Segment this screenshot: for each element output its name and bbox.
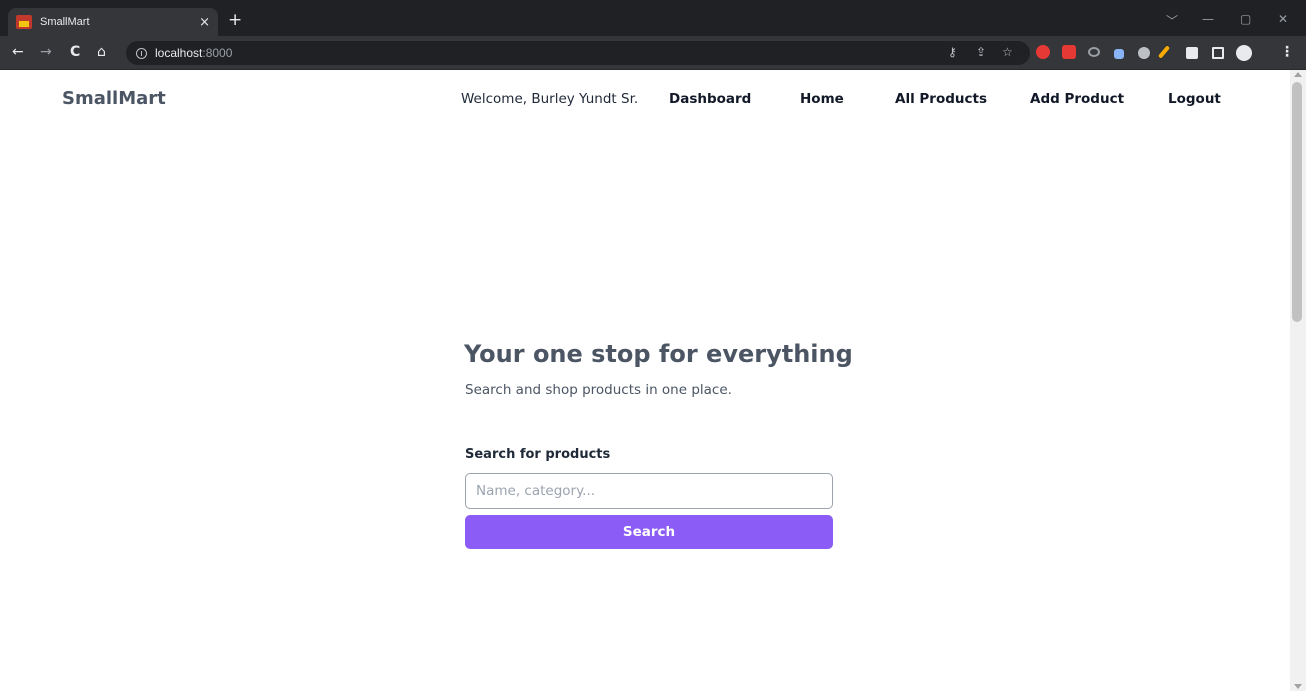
hero-subtitle: Search and shop products in one place.: [465, 382, 732, 398]
welcome-text: Welcome, Burley Yundt Sr.: [461, 91, 639, 107]
address-bar[interactable]: localhost:8000 ⚷ ⇪ ☆: [126, 41, 1030, 65]
reload-icon[interactable]: C: [70, 44, 80, 60]
star-icon[interactable]: ☆: [1002, 45, 1013, 59]
tab-close-icon[interactable]: ×: [199, 15, 210, 30]
nav-all-products[interactable]: All Products: [895, 91, 987, 107]
brand-logo[interactable]: SmallMart: [62, 88, 166, 109]
browser-tab[interactable]: SmallMart ×: [8, 8, 218, 36]
maximize-icon[interactable]: ▢: [1240, 12, 1251, 26]
adblock-icon[interactable]: [1036, 45, 1050, 59]
profile-icon[interactable]: [1236, 45, 1252, 61]
minimize-icon[interactable]: —: [1202, 12, 1214, 26]
tab-title: SmallMart: [40, 16, 90, 28]
sidepanel-icon[interactable]: [1212, 47, 1224, 59]
extension-s-icon[interactable]: [1062, 45, 1076, 59]
glasses-icon[interactable]: [1088, 47, 1100, 57]
pen-icon[interactable]: [1114, 49, 1124, 59]
share-icon[interactable]: ⇪: [976, 45, 986, 59]
browser-toolbar: ← → C ⌂ localhost:8000 ⚷ ⇪ ☆ ⋮: [0, 36, 1306, 70]
new-tab-icon[interactable]: +: [228, 12, 242, 29]
hero-title: Your one stop for everything: [464, 340, 853, 368]
url-host: localhost: [155, 46, 203, 60]
nav-dashboard[interactable]: Dashboard: [669, 91, 751, 107]
scroll-down-arrow-icon[interactable]: [1294, 684, 1302, 689]
key-icon[interactable]: ⚷: [948, 45, 957, 59]
page-content: SmallMart Welcome, Burley Yundt Sr. Dash…: [0, 70, 1290, 691]
puzzle-icon[interactable]: [1186, 47, 1198, 59]
browser-tab-bar: SmallMart × + ﹀ — ▢ ✕: [0, 0, 1306, 36]
pencil-icon[interactable]: [1157, 45, 1171, 59]
search-label: Search for products: [465, 447, 611, 462]
close-window-icon[interactable]: ✕: [1278, 12, 1288, 26]
back-icon[interactable]: ←: [12, 44, 24, 60]
search-button[interactable]: Search: [465, 515, 833, 549]
scroll-up-arrow-icon[interactable]: [1294, 72, 1302, 77]
nav-logout[interactable]: Logout: [1168, 91, 1221, 107]
home-icon[interactable]: ⌂: [97, 44, 106, 60]
nav-home[interactable]: Home: [800, 91, 844, 107]
search-input[interactable]: [465, 473, 833, 509]
site-info-icon[interactable]: [136, 47, 147, 59]
menu-icon[interactable]: ⋮: [1280, 44, 1294, 60]
url-port: :8000: [202, 46, 233, 60]
nav-add-product[interactable]: Add Product: [1030, 91, 1124, 107]
forward-icon[interactable]: →: [40, 44, 52, 60]
globe-icon[interactable]: [1138, 47, 1150, 59]
store-favicon-icon: [16, 15, 32, 29]
tab-search-icon[interactable]: ﹀: [1166, 12, 1178, 29]
scrollbar-thumb[interactable]: [1292, 82, 1302, 322]
